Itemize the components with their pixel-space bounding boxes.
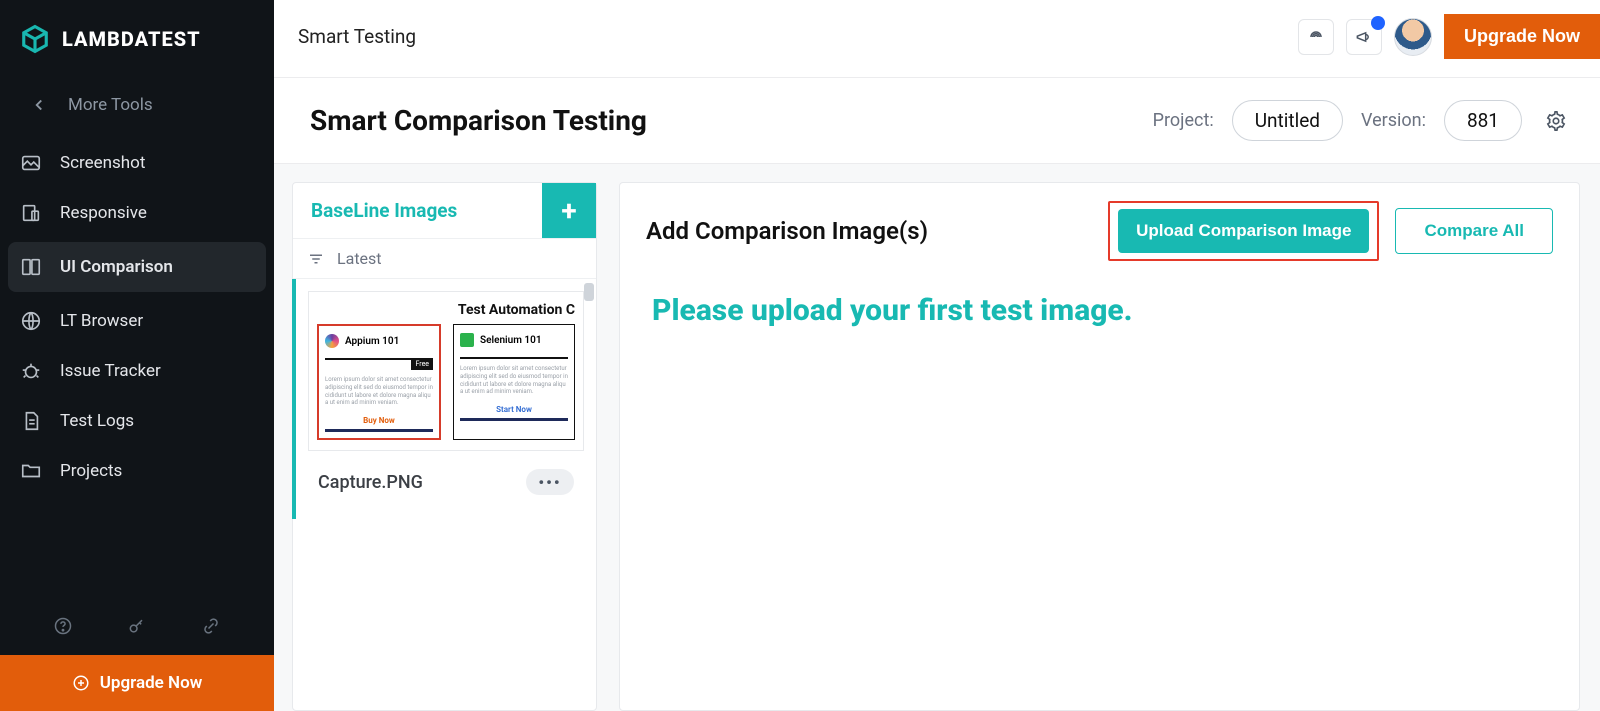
- sidebar-more-tools[interactable]: More Tools: [0, 78, 274, 138]
- bug-icon: [20, 360, 42, 382]
- mini-card-appium: Appium 101 Free Lorem ipsum dolor sit am…: [317, 324, 441, 440]
- topbar-icon-announcement[interactable]: [1346, 19, 1382, 55]
- appium-icon: [325, 334, 339, 348]
- avatar[interactable]: [1394, 18, 1432, 56]
- compare-icon: [20, 256, 42, 278]
- baseline-thumbnail[interactable]: Test Automation C Appium 101 Free Lorem …: [292, 279, 596, 519]
- thumb-header: Test Automation C: [317, 302, 575, 324]
- devices-icon: [20, 202, 42, 224]
- sidebar-item-label: Issue Tracker: [60, 361, 161, 381]
- sidebar-item-label: UI Comparison: [60, 257, 173, 277]
- notification-dot-icon: [1371, 16, 1385, 30]
- sidebar: LAMBDATEST More Tools Screenshot Respons…: [0, 0, 274, 711]
- version-select[interactable]: 881: [1444, 100, 1522, 141]
- topbar-icon-fingerprint[interactable]: [1298, 19, 1334, 55]
- thumb-more-button[interactable]: •••: [526, 469, 574, 495]
- globe-icon: [20, 310, 42, 332]
- mini-card-selenium: Selenium 101 Lorem ipsum dolor sit amet …: [453, 324, 575, 440]
- key-icon[interactable]: [126, 615, 148, 637]
- compare-panel: Add Comparison Image(s) Upload Compariso…: [619, 182, 1580, 711]
- selenium-icon: [460, 333, 474, 347]
- upload-prompt: Please upload your first test image.: [646, 261, 1553, 360]
- logo-text: LAMBDATEST: [62, 27, 201, 51]
- sidebar-item-screenshot[interactable]: Screenshot: [0, 138, 274, 188]
- sidebar-item-label: Projects: [60, 461, 122, 481]
- add-baseline-button[interactable]: +: [542, 183, 596, 238]
- breadcrumb: Smart Testing: [298, 25, 416, 48]
- main: Smart Testing Upgrade Now Smart Comparis…: [274, 0, 1600, 711]
- topbar-upgrade-button[interactable]: Upgrade Now: [1444, 14, 1600, 59]
- sidebar-item-projects[interactable]: Projects: [0, 446, 274, 496]
- sidebar-item-ui-comparison[interactable]: UI Comparison: [8, 242, 266, 292]
- image-icon: [20, 152, 42, 174]
- logo[interactable]: LAMBDATEST: [0, 0, 274, 72]
- baseline-panel: BaseLine Images + Latest Test Automation…: [292, 182, 597, 711]
- sidebar-item-lt-browser[interactable]: LT Browser: [0, 296, 274, 346]
- folder-icon: [20, 460, 42, 482]
- link-icon[interactable]: [200, 615, 222, 637]
- baseline-title: BaseLine Images: [293, 183, 542, 238]
- sidebar-item-label: Responsive: [60, 203, 147, 223]
- content: BaseLine Images + Latest Test Automation…: [274, 164, 1600, 711]
- thumb-scrollbar[interactable]: [584, 283, 594, 301]
- plus-circle-icon: [72, 674, 90, 692]
- logo-icon: [20, 24, 50, 54]
- sidebar-item-label: LT Browser: [60, 311, 143, 331]
- upload-highlight-box: Upload Comparison Image: [1108, 201, 1379, 261]
- settings-button[interactable]: [1540, 105, 1572, 137]
- file-icon: [20, 410, 42, 432]
- sidebar-item-issue-tracker[interactable]: Issue Tracker: [0, 346, 274, 396]
- upload-comparison-button[interactable]: Upload Comparison Image: [1118, 209, 1369, 253]
- sidebar-item-test-logs[interactable]: Test Logs: [0, 396, 274, 446]
- filter-icon: [307, 250, 325, 268]
- page-title: Smart Comparison Testing: [310, 104, 647, 137]
- compare-title: Add Comparison Image(s): [646, 217, 928, 245]
- sidebar-footer: Upgrade Now: [0, 597, 274, 711]
- thumb-caption: Capture.PNG: [318, 472, 423, 493]
- sidebar-item-label: Test Logs: [60, 411, 134, 431]
- sidebar-item-responsive[interactable]: Responsive: [0, 188, 274, 238]
- sidebar-more-label: More Tools: [68, 95, 153, 115]
- project-select[interactable]: Untitled: [1232, 100, 1343, 141]
- subheader: Smart Comparison Testing Project: Untitl…: [274, 78, 1600, 164]
- project-label: Project:: [1153, 110, 1214, 131]
- version-label: Version:: [1361, 110, 1426, 131]
- filter-label: Latest: [337, 249, 382, 268]
- help-icon[interactable]: [52, 615, 74, 637]
- topbar: Smart Testing Upgrade Now: [274, 0, 1600, 78]
- sidebar-upgrade-button[interactable]: Upgrade Now: [0, 655, 274, 711]
- filter-row[interactable]: Latest: [293, 238, 596, 279]
- sidebar-nav: More Tools Screenshot Responsive UI Comp…: [0, 72, 274, 597]
- compare-all-button[interactable]: Compare All: [1395, 208, 1553, 254]
- sidebar-upgrade-label: Upgrade Now: [100, 673, 203, 693]
- sidebar-item-label: Screenshot: [60, 153, 145, 173]
- chevron-left-icon: [28, 94, 50, 116]
